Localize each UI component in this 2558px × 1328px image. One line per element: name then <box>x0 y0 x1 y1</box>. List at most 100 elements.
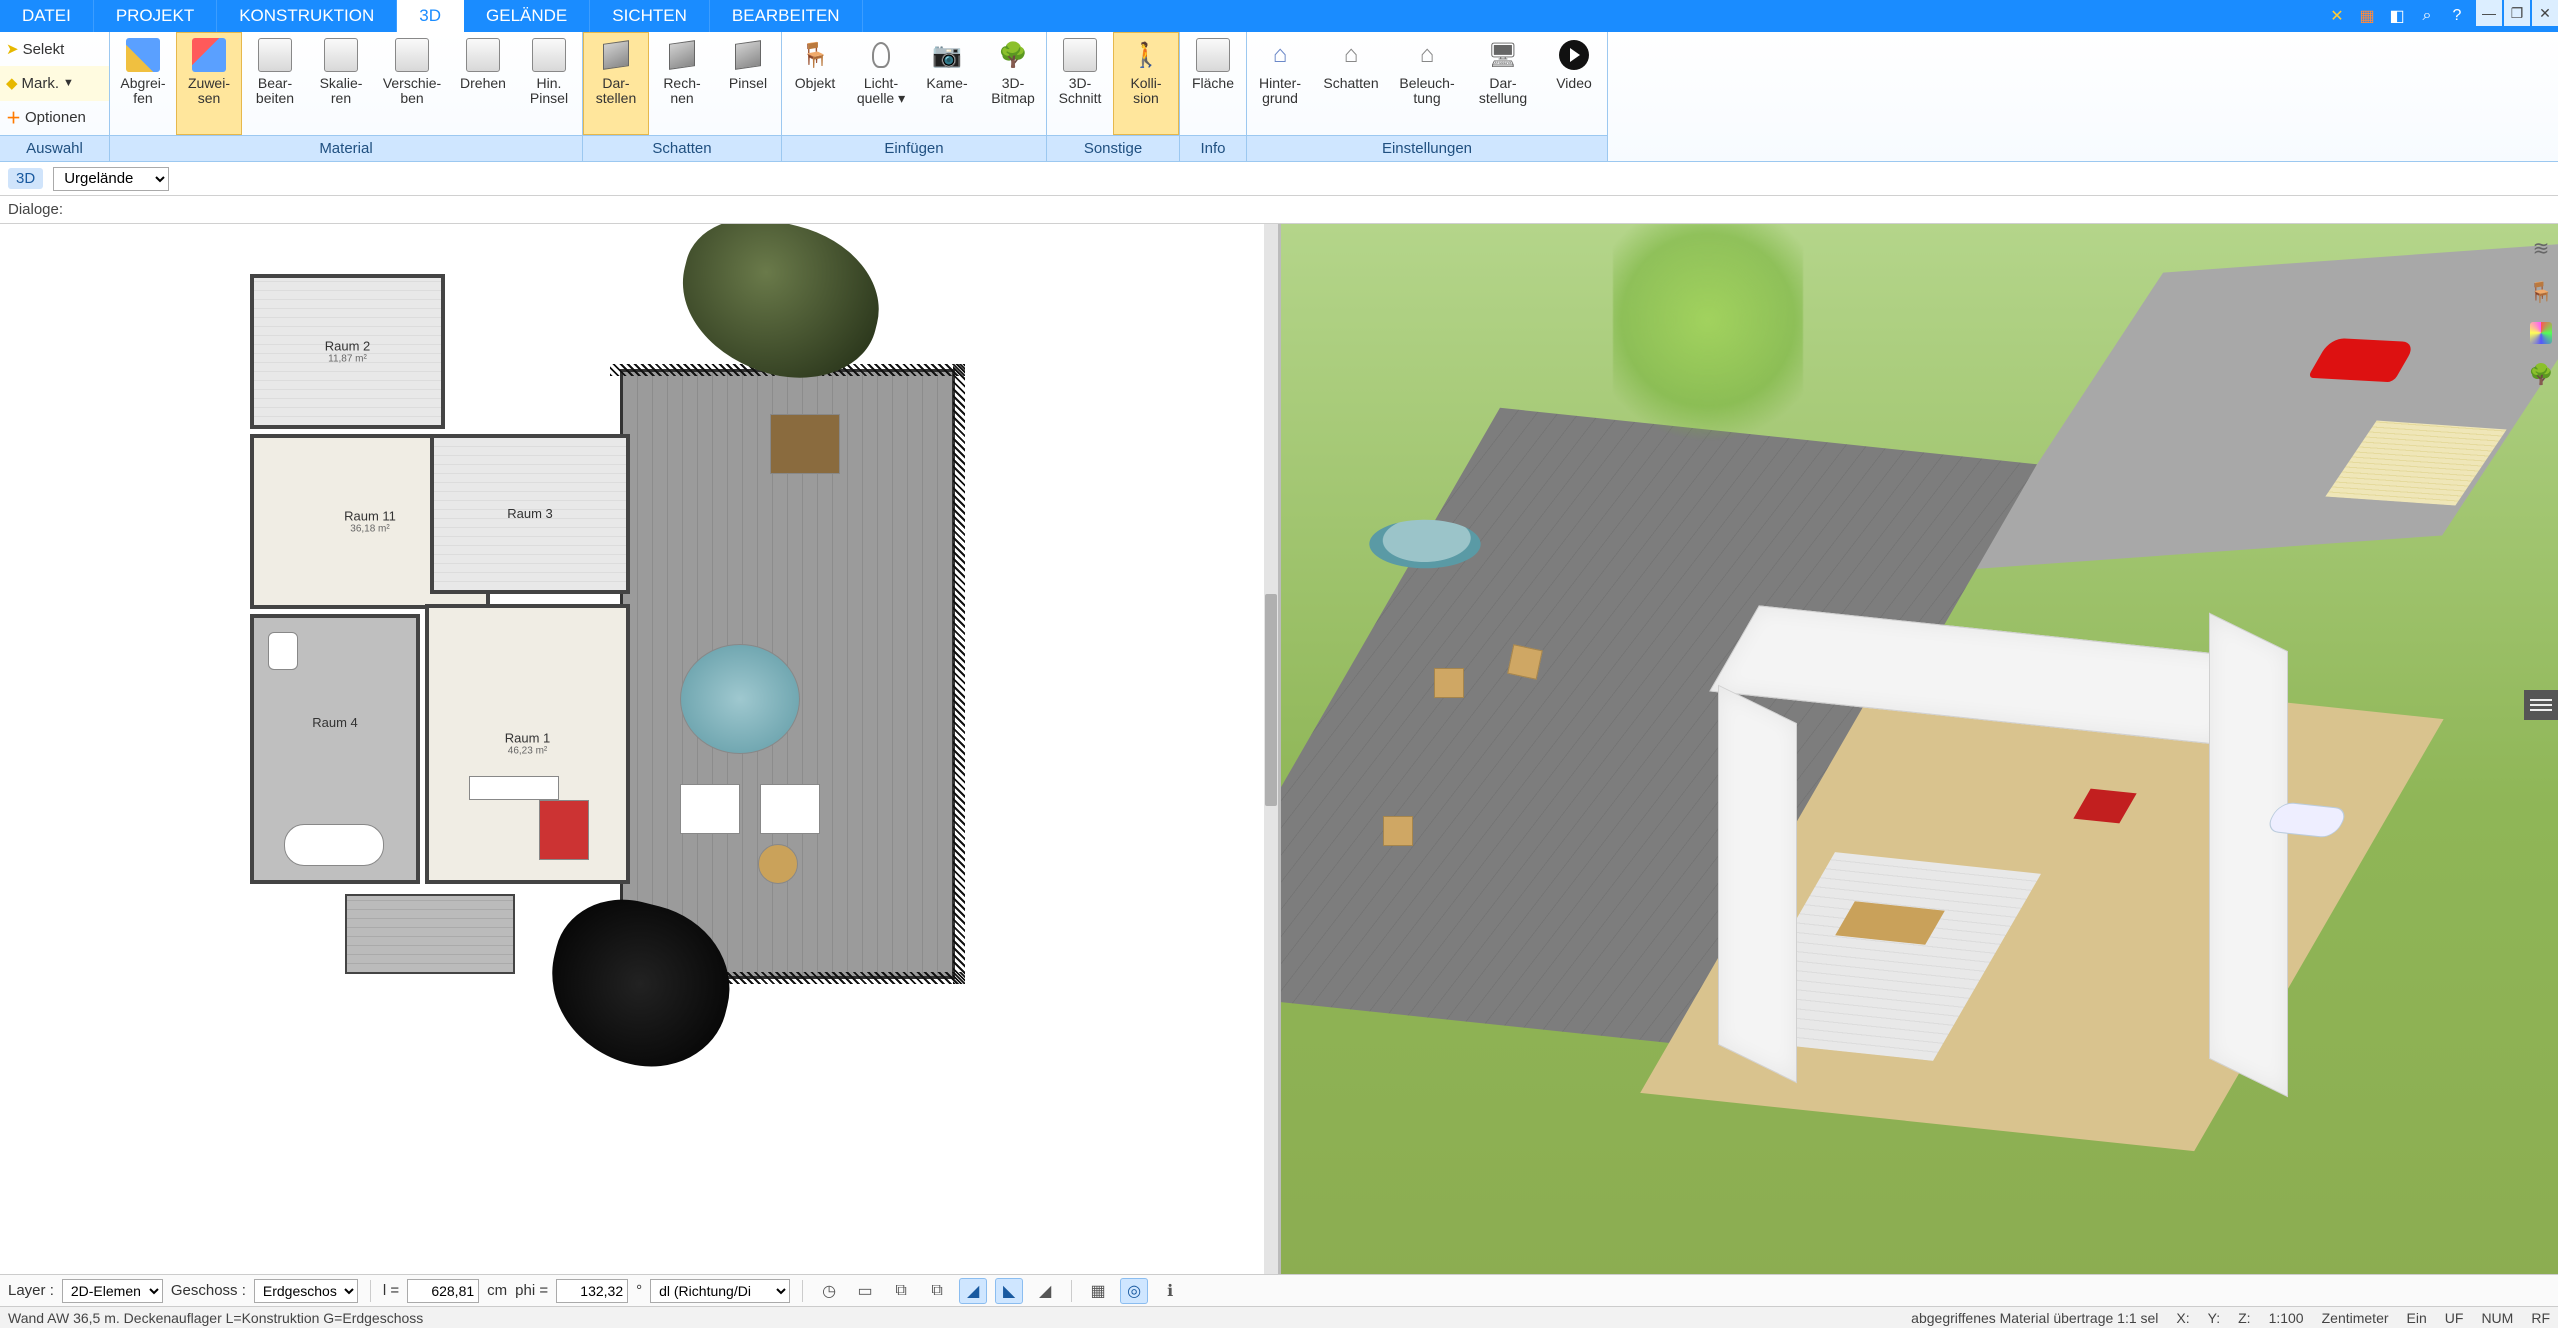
window-close-button[interactable]: ✕ <box>2532 0 2558 26</box>
tree-side-icon[interactable]: 🌳 <box>2527 360 2555 388</box>
tab-sichten[interactable]: SICHTEN <box>590 0 710 32</box>
assign-brush-icon <box>192 38 226 72</box>
pinsel-button[interactable]: Pinsel <box>715 32 781 135</box>
selekt-button[interactable]: ➤ Selekt <box>0 32 109 66</box>
tool-icon-1[interactable]: ✕ <box>2326 5 2348 27</box>
status-bar: Wand AW 36,5 m. Deckenauflager L=Konstru… <box>0 1306 2558 1328</box>
group-label-auswahl: Auswahl <box>0 135 109 161</box>
tab-3d[interactable]: 3D <box>397 0 464 32</box>
terrain-select[interactable]: Urgelände <box>53 167 169 191</box>
house-3d <box>1702 489 2494 1208</box>
tab-projekt[interactable]: PROJEKT <box>94 0 217 32</box>
ribbon-group-schatten: Dar-stellen Rech-nen Pinsel Schatten <box>583 32 782 161</box>
toilet-2d <box>268 632 298 670</box>
panel-handle[interactable] <box>2524 690 2558 720</box>
beleuchtung-button[interactable]: ⌂ Beleuch-tung <box>1389 32 1465 135</box>
target-icon[interactable]: ◎ <box>1120 1278 1148 1304</box>
optionen-button[interactable]: ＋ Optionen <box>0 101 109 135</box>
tool-icon-3[interactable]: ◧ <box>2386 5 2408 27</box>
tool-icon-2[interactable]: ▦ <box>2356 5 2378 27</box>
group-label-schatten: Schatten <box>583 135 781 161</box>
palette-icon[interactable] <box>2530 322 2552 344</box>
pane-3d[interactable]: ≋ 🪑 🌳 <box>1278 224 2558 1282</box>
darstellen-button[interactable]: Dar-stellen <box>583 32 649 135</box>
info-small-icon[interactable]: ℹ <box>1156 1278 1184 1304</box>
tab-konstruktion[interactable]: KONSTRUKTION <box>217 0 397 32</box>
chair-icon: 🪑 <box>798 38 832 72</box>
darstellung-button[interactable]: 🖥 Dar-stellung <box>1465 32 1541 135</box>
tab-bearbeiten[interactable]: BEARBEITEN <box>710 0 863 32</box>
flaeche-button[interactable]: Fläche <box>1180 32 1246 135</box>
schatten-settings-button[interactable]: ⌂ Schatten <box>1313 32 1389 135</box>
clock-icon[interactable]: ◷ <box>815 1278 843 1304</box>
background-brush-icon <box>532 38 566 72</box>
layer-select[interactable]: 2D-Elemen <box>62 1279 163 1303</box>
hintergrund-button[interactable]: ⌂ Hinter-grund <box>1247 32 1313 135</box>
house-bg-icon: ⌂ <box>1263 38 1297 72</box>
sideboard-2d <box>469 776 559 800</box>
snap-a-icon[interactable]: ◢ <box>959 1278 987 1304</box>
scrollbar-2d[interactable] <box>1264 224 1278 1282</box>
drehen-button[interactable]: Drehen <box>450 32 516 135</box>
l-label: l = <box>383 1282 399 1299</box>
rechnen-button[interactable]: Rech-nen <box>649 32 715 135</box>
view-3d <box>1281 224 2558 1282</box>
sofa-red-2d <box>539 800 589 860</box>
grid-icon[interactable]: ▦ <box>1084 1278 1112 1304</box>
tool-icon-4[interactable]: ⌕ <box>2416 5 2438 27</box>
3d-bitmap-button[interactable]: 🌳 3D-Bitmap <box>980 32 1046 135</box>
bearbeiten-button[interactable]: Bear-beiten <box>242 32 308 135</box>
ribbon-group-material: Abgrei-fen Zuwei-sen Bear-beiten Skalie-… <box>110 32 583 161</box>
tree-3d <box>1613 224 1803 464</box>
objekt-button[interactable]: 🪑 Objekt <box>782 32 848 135</box>
geschoss-select[interactable]: Erdgeschos <box>254 1279 358 1303</box>
room-1[interactable]: Raum 146,23 m² <box>425 604 630 884</box>
room-2[interactable]: Raum 211,87 m² <box>250 274 445 429</box>
zuweisen-button[interactable]: Zuwei-sen <box>176 32 242 135</box>
abgreifen-button[interactable]: Abgrei-fen <box>110 32 176 135</box>
hin-pinsel-button[interactable]: Hin.Pinsel <box>516 32 582 135</box>
edit-brush-icon <box>258 38 292 72</box>
window-restore-button[interactable]: ❐ <box>2504 0 2530 26</box>
monitor-icon: 🖥 <box>1486 38 1520 72</box>
shadow-compute-icon <box>665 38 699 72</box>
snap-c-icon[interactable]: ◢ <box>1031 1278 1059 1304</box>
group-label-material: Material <box>110 135 582 161</box>
room-4[interactable]: Raum 4 <box>250 614 420 884</box>
status-unit: Zentimeter <box>2322 1310 2389 1326</box>
verschieben-button[interactable]: Verschie-ben <box>374 32 450 135</box>
phi-unit: ° <box>636 1282 642 1299</box>
title-utility-icons: ✕ ▦ ◧ ⌕ ? <box>2320 0 2474 32</box>
dl-select[interactable]: dl (Richtung/Di <box>650 1279 790 1303</box>
selekt-label: Selekt <box>23 41 65 58</box>
l-input[interactable] <box>407 1279 479 1303</box>
snap-b-icon[interactable]: ◣ <box>995 1278 1023 1304</box>
mark-icon: ◆ <box>6 74 18 92</box>
rect-icon[interactable]: ▭ <box>851 1278 879 1304</box>
phi-input[interactable] <box>556 1279 628 1303</box>
stack-icon[interactable]: ⧉ <box>887 1278 915 1304</box>
view-badge-3d[interactable]: 3D <box>8 168 43 189</box>
tab-gelaende[interactable]: GELÄNDE <box>464 0 590 32</box>
l-unit: cm <box>487 1282 507 1299</box>
tab-datei[interactable]: DATEI <box>0 0 94 32</box>
ribbon-group-info: Fläche Info <box>1180 32 1247 161</box>
move-icon <box>395 38 429 72</box>
armchair-icon[interactable]: 🪑 <box>2527 278 2555 306</box>
ribbon-group-einfuegen: 🪑 Objekt Licht-quelle ▾ 📷 Kame-ra 🌳 3D-B… <box>782 32 1047 161</box>
kamera-button[interactable]: 📷 Kame-ra <box>914 32 980 135</box>
video-button[interactable]: Video <box>1541 32 1607 135</box>
window-minimize-button[interactable]: — <box>2476 0 2502 26</box>
pane-2d[interactable]: Raum 211,87 m² Raum 1136,18 m² Raum 3 Ra… <box>0 224 1278 1282</box>
lichtquelle-button[interactable]: Licht-quelle ▾ <box>848 32 914 135</box>
skalieren-button[interactable]: Skalie-ren <box>308 32 374 135</box>
3d-schnitt-button[interactable]: 3D-Schnitt <box>1047 32 1113 135</box>
copy-icon[interactable]: ⧉ <box>923 1278 951 1304</box>
room-3[interactable]: Raum 3 <box>430 434 630 594</box>
eyedropper-brush-icon <box>126 38 160 72</box>
kollision-button[interactable]: 🚶 Kolli-sion <box>1113 32 1179 135</box>
mark-button[interactable]: ◆ Mark. ▼ <box>0 66 109 100</box>
floor-plan: Raum 211,87 m² Raum 1136,18 m² Raum 3 Ra… <box>210 244 960 1064</box>
help-icon[interactable]: ? <box>2446 5 2468 27</box>
layers-icon[interactable]: ≋ <box>2527 234 2555 262</box>
